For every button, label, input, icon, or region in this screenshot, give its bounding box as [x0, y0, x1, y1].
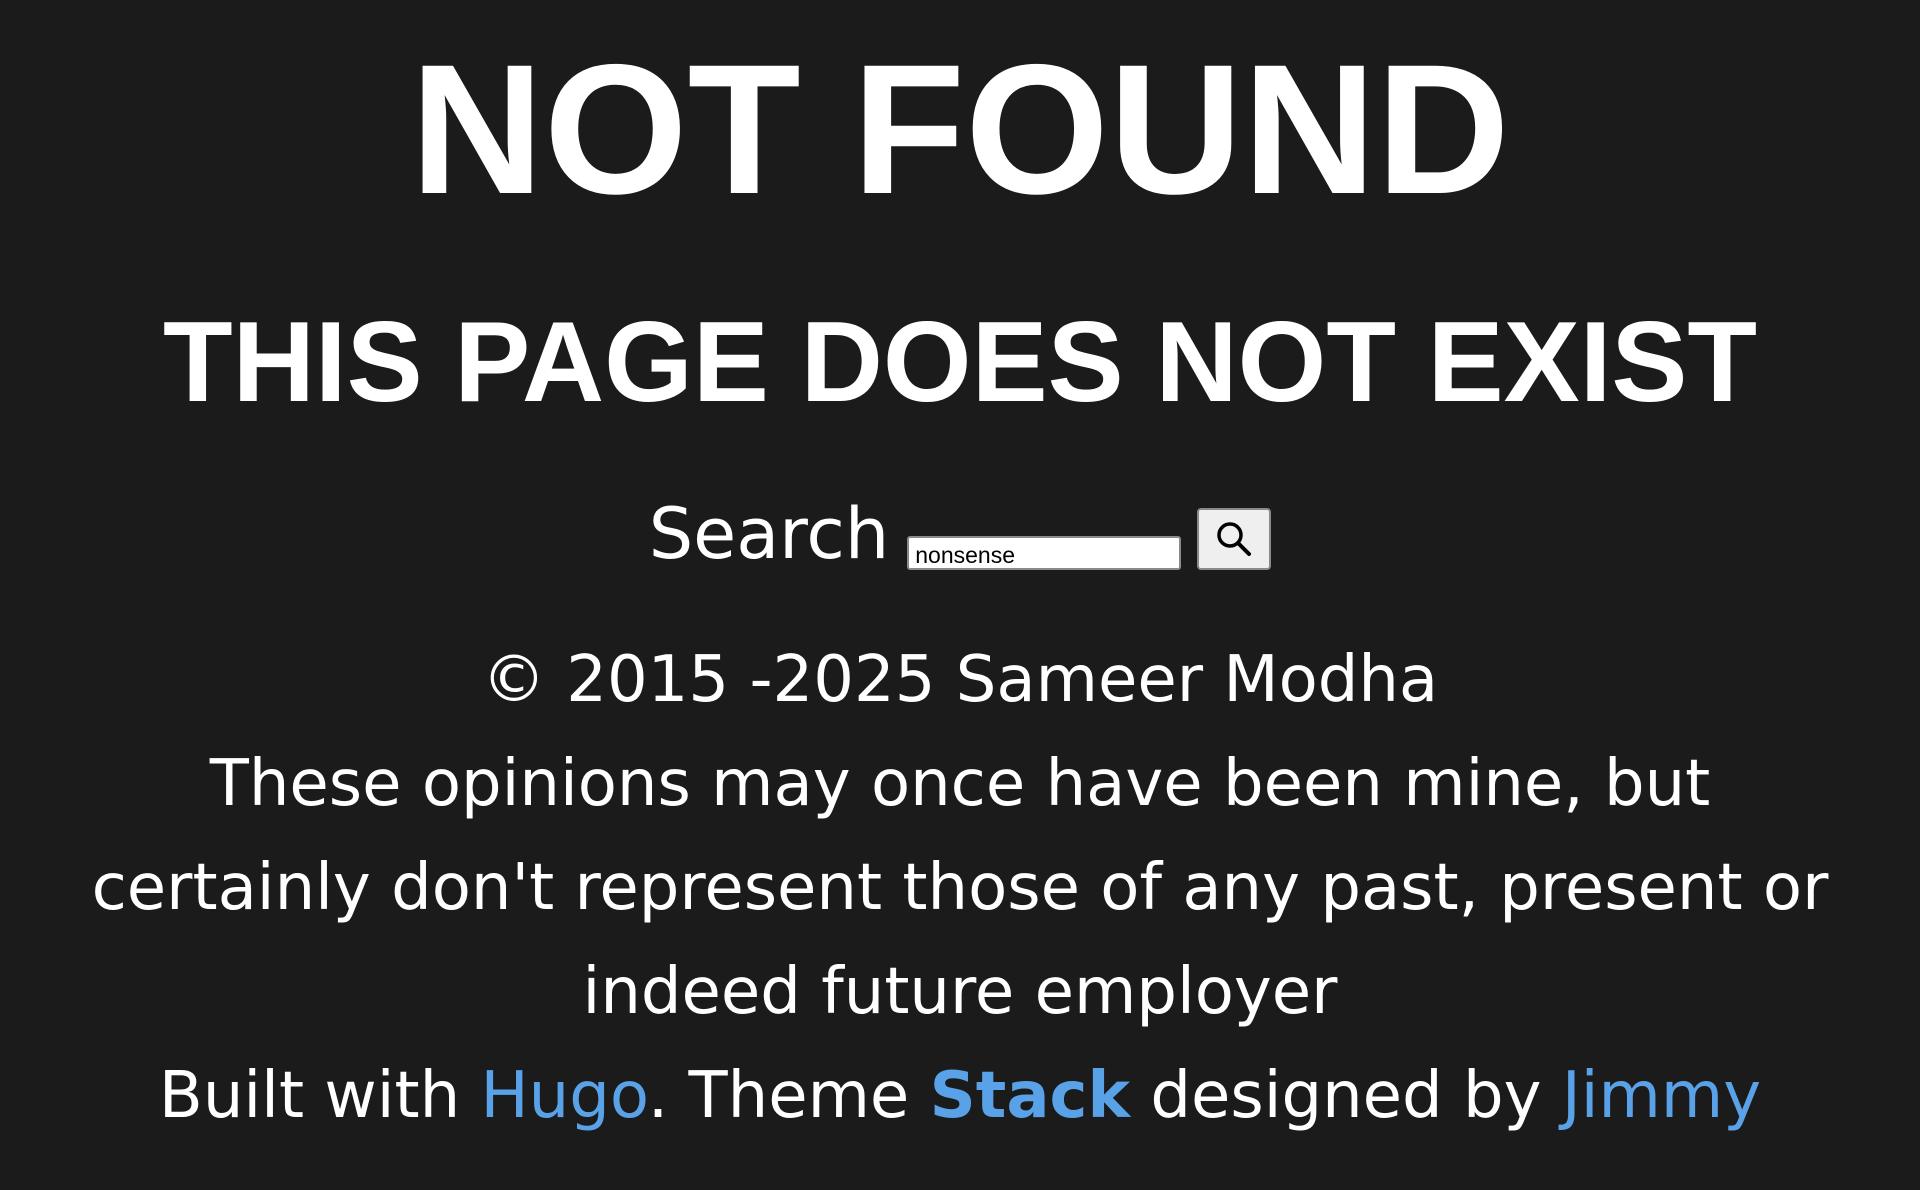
search-form: Search [0, 488, 1920, 578]
search-input[interactable] [907, 536, 1182, 570]
designed-by-text: designed by [1130, 1059, 1562, 1133]
hugo-link[interactable]: Hugo [481, 1059, 648, 1133]
stack-theme-link[interactable]: Stack [930, 1059, 1130, 1133]
page-title: NOT FOUND [410, 27, 1510, 233]
copyright-text: © 2015 -2025 Sameer Modha [481, 643, 1439, 717]
footer: © 2015 -2025 Sameer Modha These opinions… [0, 628, 1920, 1148]
search-icon [1217, 522, 1252, 556]
search-button[interactable] [1197, 508, 1272, 570]
page-subtitle: THIS PAGE DOES NOT EXIST [162, 299, 1758, 426]
theme-prefix: . Theme [647, 1059, 930, 1133]
not-found-page: NOT FOUND THIS PAGE DOES NOT EXIST Searc… [0, 0, 1920, 1190]
built-with-line: Built with Hugo. Theme Stack designed by… [0, 1044, 1920, 1148]
disclaimer-text: These opinions may once have been mine, … [91, 747, 1829, 1029]
built-with-prefix: Built with [158, 1059, 481, 1133]
search-label: Search [648, 493, 890, 575]
jimmy-link[interactable]: Jimmy [1562, 1059, 1761, 1133]
